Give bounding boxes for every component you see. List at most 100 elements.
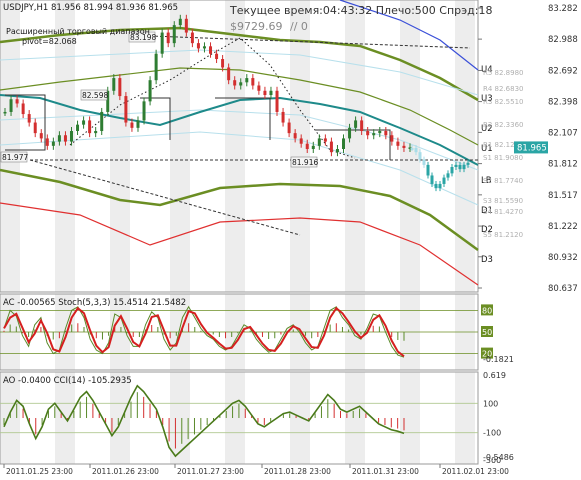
pivot-label: pivot=82.068 (22, 37, 77, 46)
stripe (110, 0, 130, 292)
price-candle-body (172, 25, 176, 44)
price-candle-body (124, 96, 128, 123)
price-candle-body (178, 18, 182, 26)
price-tick-label: 81.812 (548, 160, 578, 170)
time-tick-label: 2011.01.25 23:00 (6, 467, 73, 476)
forecast-body (458, 164, 462, 170)
price-candle-body (378, 131, 382, 134)
forecast-body (438, 183, 442, 189)
pivot-level-label: R3 82.5510 (483, 98, 524, 106)
price-tick-label: 83.282 (548, 4, 578, 14)
current-price-label: 81.965 (517, 143, 547, 153)
price-candle-body (94, 131, 98, 134)
price-candle-body (118, 78, 122, 97)
pivot-level-label: R5 82.8980 (483, 69, 524, 77)
price-candle-body (269, 90, 273, 96)
price-candle-body (329, 141, 333, 153)
price-candle-body (190, 32, 194, 44)
price-candle-body (51, 141, 55, 146)
price-candle-body (9, 99, 13, 112)
forecast-body (462, 164, 466, 170)
time-tick-label: 2011.02.01 23:00 (442, 467, 509, 476)
price-candle-body (3, 111, 7, 114)
stripe (290, 372, 310, 464)
price-tick-label: 82.692 (548, 66, 578, 76)
forecast-body (466, 162, 470, 165)
price-candle-body (45, 138, 49, 146)
price-candle-body (305, 143, 309, 150)
symbol-info: USDJPY,H1 81.956 81.994 81.936 81.965 (3, 3, 178, 13)
pivot-level-label: S2 81.7740 (483, 177, 523, 185)
price-candle-body (354, 120, 358, 128)
price-candle-body (21, 103, 25, 115)
ao-axis-label: 0.619 (483, 371, 506, 380)
forecast-body (450, 167, 454, 174)
price-tick-label: 82.107 (548, 128, 578, 138)
forecast-body (418, 152, 422, 160)
counter-text: // 0 (290, 20, 308, 33)
price-candle-body (209, 46, 213, 54)
price-candle-body (184, 18, 188, 33)
ao-axis-label: -100 (483, 429, 501, 438)
balance-text: $9729.69 (230, 20, 283, 33)
price-candle-body (57, 135, 61, 142)
price-candle-body (311, 145, 315, 150)
forecast-body (434, 183, 438, 189)
price-candle-body (348, 127, 352, 139)
pivot-level-label: S1 81.9080 (483, 154, 523, 162)
price-candle-body (136, 120, 140, 128)
price-candle-body (275, 90, 279, 112)
stripe (225, 0, 245, 292)
forecast-body (426, 164, 430, 176)
time-tick-label: 2011.01.31 23:00 (352, 467, 419, 476)
price-tick-label: 82.988 (548, 35, 578, 45)
ao-axis: 0.619100-100-300-0.5486 (483, 371, 514, 465)
stripe (400, 372, 420, 464)
price-candle-body (396, 141, 400, 146)
price-candle-body (384, 131, 388, 136)
price-tick-label: 82.398 (548, 98, 578, 108)
price-candle-body (215, 53, 219, 60)
price-candle-body (233, 80, 237, 86)
price-candle-body (27, 114, 31, 123)
ac-axis-label: 80 (482, 306, 492, 315)
price-candle-body (166, 32, 170, 44)
price-candle-body (402, 145, 406, 148)
price-candle-body (263, 90, 267, 96)
price-candle-body (69, 131, 73, 142)
stripe (345, 372, 365, 464)
forecast-body (414, 147, 418, 153)
price-annotation: 81.977 (2, 153, 28, 162)
ao-axis-label: 100 (483, 399, 498, 408)
price-tick-label: 81.222 (548, 222, 578, 232)
price-candle-body (112, 78, 116, 91)
stripe (225, 372, 245, 464)
stripe (170, 0, 190, 292)
price-tick-label: 80.637 (548, 284, 578, 294)
forecast-body (422, 159, 426, 165)
ac-axis-label: -0.1821 (483, 355, 514, 364)
pivot-level-label: R2 82.3360 (483, 121, 524, 129)
price-candle-body (251, 78, 255, 86)
time-tick-label: 2011.01.28 23:00 (264, 467, 331, 476)
forecast-body (446, 173, 450, 178)
price-candle-body (335, 149, 339, 153)
price-candle-body (82, 120, 86, 125)
price-candle-body (39, 133, 43, 139)
forecast-body (410, 147, 414, 150)
price-candle-body (196, 43, 200, 49)
price-candle-body (323, 138, 327, 142)
price-candle-body (342, 138, 346, 150)
ac-axis: 805020-0.1821 (481, 304, 514, 364)
stripe (455, 0, 475, 292)
price-candle-body (366, 131, 370, 136)
price-candle-body (239, 82, 243, 86)
price-candle-body (76, 124, 80, 132)
price-candle-body (299, 138, 303, 144)
pivot-level-label: S4 81.4270 (483, 208, 523, 216)
price-candle-body (148, 80, 152, 102)
price-candle-body (227, 67, 231, 81)
price-candle-body (202, 46, 206, 49)
price-candle-body (245, 78, 249, 83)
pivot-level-label: R4 82.6830 (483, 85, 524, 93)
